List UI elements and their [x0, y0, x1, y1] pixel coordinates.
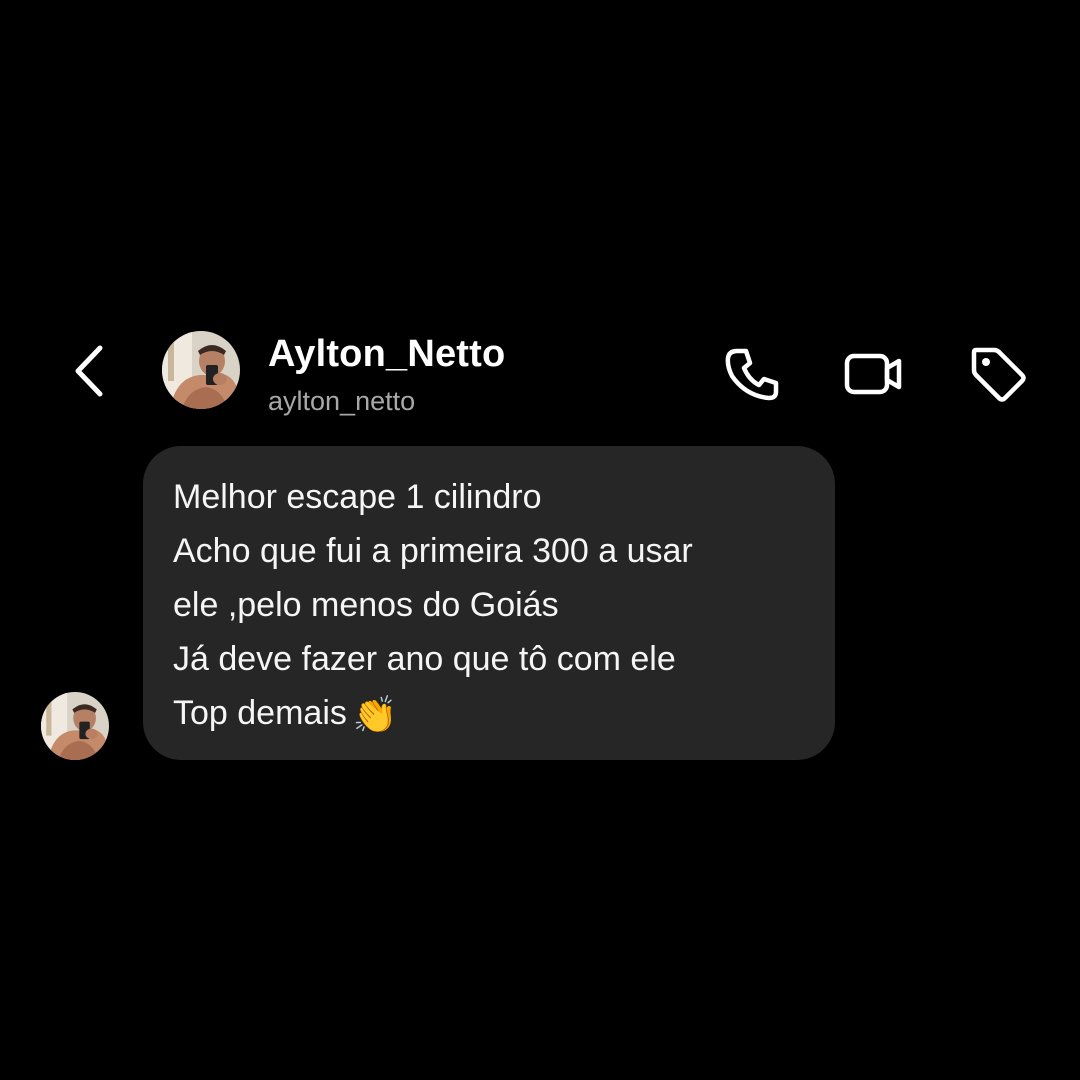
- message-line: ele ,pelo menos do Goiás: [173, 586, 559, 624]
- contact-username: aylton_netto: [268, 386, 416, 416]
- message-line: Já deve fazer ano que tô com ele: [173, 640, 676, 678]
- message-line: Acho que fui a primeira 300 a usar: [173, 532, 693, 570]
- message-line-last: Top demais 👏: [173, 686, 805, 742]
- video-camera-icon: [844, 353, 902, 395]
- call-button[interactable]: [720, 342, 784, 406]
- contact-name: Aylton_Netto: [268, 333, 506, 375]
- tag-button[interactable]: [966, 342, 1030, 406]
- phone-icon: [725, 348, 779, 401]
- contact-info[interactable]: Aylton_Netto aylton_netto: [268, 332, 505, 418]
- clapping-hands-emoji: 👏: [352, 694, 398, 736]
- avatar[interactable]: [162, 331, 240, 409]
- message-text: Top demais: [173, 694, 347, 732]
- video-call-button[interactable]: [842, 342, 906, 406]
- chat-header: Aylton_Netto aylton_netto: [0, 320, 1080, 430]
- profile-photo: [162, 331, 240, 409]
- profile-photo: [41, 692, 109, 760]
- message-line: Melhor escape 1 cilindro: [173, 478, 542, 516]
- tag-icon: [971, 347, 1026, 402]
- sender-avatar[interactable]: [41, 692, 109, 760]
- back-button[interactable]: [66, 340, 114, 402]
- message-bubble[interactable]: Melhor escape 1 cilindro Acho que fui a …: [143, 446, 835, 760]
- chevron-left-icon: [75, 345, 103, 397]
